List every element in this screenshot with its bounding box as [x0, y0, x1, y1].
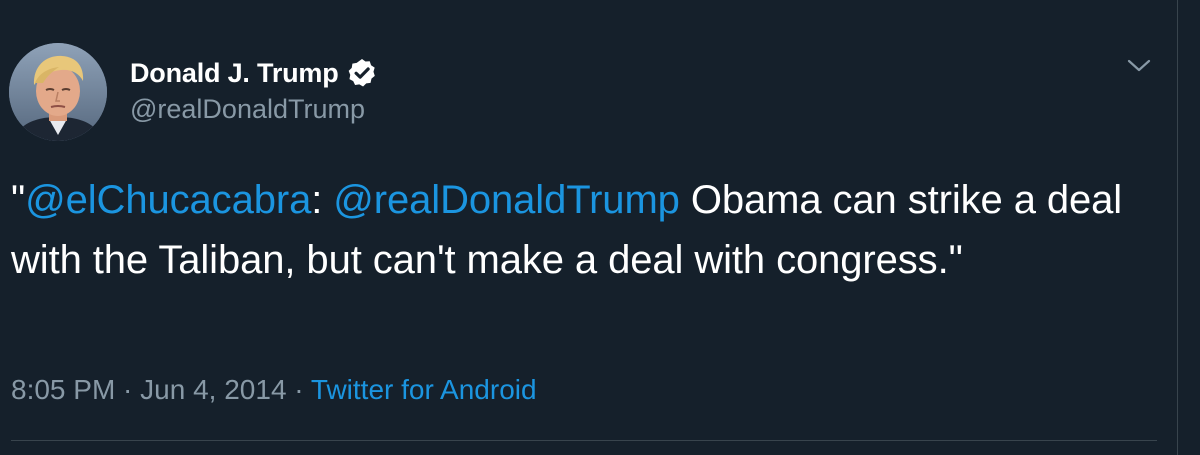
avatar[interactable]	[9, 43, 107, 141]
divider	[11, 440, 1157, 441]
colon-text: :	[311, 178, 334, 222]
quote-open: "	[11, 178, 26, 222]
column-border	[1177, 0, 1178, 455]
author-name-row[interactable]: Donald J. Trump	[130, 56, 378, 90]
tweet-text: "@elChucacabra: @realDonaldTrump Obama c…	[11, 170, 1161, 290]
tweet-meta: 8:05 PM · Jun 4, 2014 · Twitter for Andr…	[11, 374, 537, 406]
tweet-card: Donald J. Trump @realDonaldTrump "@elChu…	[0, 0, 1176, 455]
mention-link[interactable]: @realDonaldTrump	[333, 178, 680, 222]
meta-separator: ·	[115, 374, 141, 405]
profile-photo	[9, 43, 107, 141]
verified-badge-icon	[346, 57, 378, 89]
tweet-time[interactable]: 8:05 PM	[11, 374, 115, 405]
quote-close: "	[948, 238, 963, 282]
mention-link[interactable]: @elChucacabra	[25, 178, 311, 222]
author-handle[interactable]: @realDonaldTrump	[130, 94, 365, 125]
display-name[interactable]: Donald J. Trump	[130, 58, 339, 89]
tweet-source-link[interactable]: Twitter for Android	[311, 374, 537, 405]
tweet-date[interactable]: Jun 4, 2014	[140, 374, 286, 405]
chevron-down-icon[interactable]	[1121, 51, 1157, 81]
meta-separator: ·	[286, 374, 311, 405]
